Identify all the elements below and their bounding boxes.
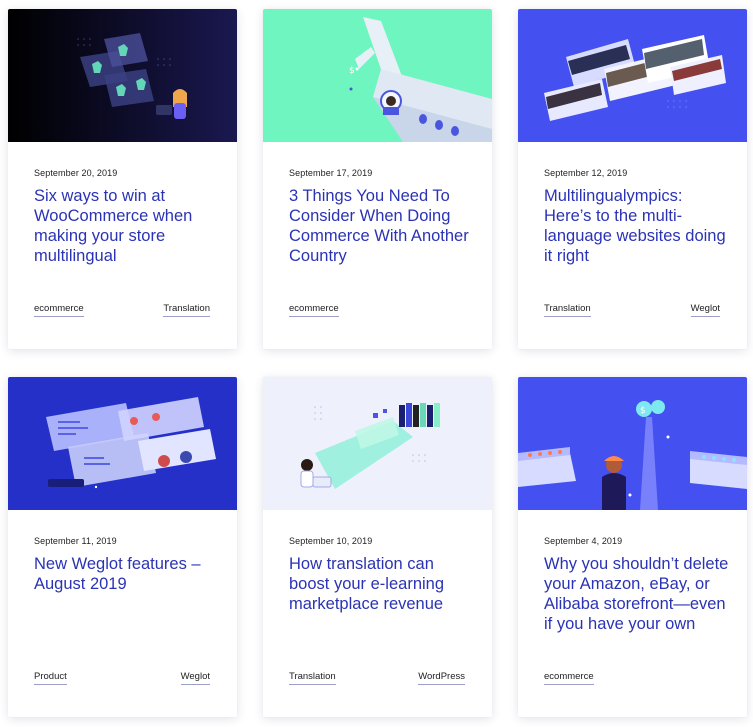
tag-link[interactable]: ecommerce xyxy=(34,303,84,317)
tag-link[interactable]: Translation xyxy=(544,303,591,317)
post-image-features[interactable] xyxy=(8,377,237,510)
tag-link[interactable]: Weglot xyxy=(180,671,210,685)
post-image-websites[interactable] xyxy=(518,9,747,142)
post-image-elearning[interactable] xyxy=(263,377,492,510)
post-image-airplane[interactable]: $ xyxy=(263,9,492,142)
post-title[interactable]: New Weglot features – August 2019 xyxy=(34,554,222,594)
post-title[interactable]: Why you shouldn’t delete your Amazon, eB… xyxy=(544,554,732,634)
post-date: September 12, 2019 xyxy=(544,168,628,178)
post-title[interactable]: Six ways to win at WooCommerce when maki… xyxy=(34,186,222,266)
tag-link[interactable]: ecommerce xyxy=(544,671,594,685)
post-card[interactable]: September 11, 2019 New Weglot features –… xyxy=(8,377,237,717)
websites-illustration xyxy=(518,9,747,142)
woocommerce-illustration xyxy=(8,9,237,142)
post-date: September 10, 2019 xyxy=(289,536,373,546)
post-title[interactable]: Multilingualympics: Here’s to the multi-… xyxy=(544,186,732,266)
tag-link[interactable]: Weglot xyxy=(690,303,720,317)
post-image-woocommerce[interactable] xyxy=(8,9,237,142)
post-date: September 17, 2019 xyxy=(289,168,373,178)
storefront-illustration: $ xyxy=(518,377,747,510)
elearning-illustration xyxy=(263,377,492,510)
post-card[interactable]: $ September 17, 2019 3 Things You Need T… xyxy=(263,9,492,349)
tag-link[interactable]: Translation xyxy=(289,671,336,685)
post-title[interactable]: How translation can boost your e-learnin… xyxy=(289,554,477,614)
post-card[interactable]: September 10, 2019 How translation can b… xyxy=(263,377,492,717)
tag-link[interactable]: Product xyxy=(34,671,67,685)
post-date: September 11, 2019 xyxy=(34,536,117,546)
tag-link[interactable]: WordPress xyxy=(418,671,465,685)
airplane-illustration: $ xyxy=(263,9,492,142)
post-card[interactable]: September 12, 2019 Multilingualympics: H… xyxy=(518,9,747,349)
post-title[interactable]: 3 Things You Need To Consider When Doing… xyxy=(289,186,477,266)
post-image-storefront[interactable]: $ xyxy=(518,377,747,510)
features-illustration xyxy=(8,377,237,510)
post-date: September 4, 2019 xyxy=(544,536,623,546)
svg-text:$: $ xyxy=(640,406,646,416)
svg-text:$: $ xyxy=(349,66,355,76)
tag-link[interactable]: Translation xyxy=(163,303,210,317)
post-card[interactable]: September 20, 2019 Six ways to win at Wo… xyxy=(8,9,237,349)
post-card[interactable]: $ September 4, 2019 Why you shouldn’t de… xyxy=(518,377,747,717)
post-date: September 20, 2019 xyxy=(34,168,118,178)
tag-link[interactable]: ecommerce xyxy=(289,303,339,317)
